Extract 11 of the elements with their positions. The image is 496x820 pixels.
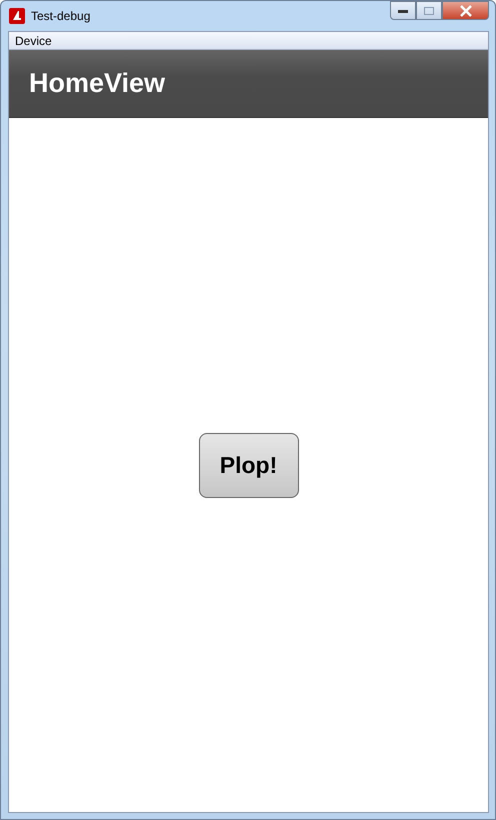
app-icon	[9, 8, 25, 24]
close-icon	[458, 4, 472, 16]
window-title: Test-debug	[31, 8, 90, 25]
maximize-button[interactable]	[416, 1, 442, 20]
header-title: HomeView	[29, 67, 166, 100]
minimize-button[interactable]	[390, 1, 416, 20]
close-button[interactable]	[442, 1, 489, 20]
minimize-icon	[397, 8, 409, 14]
menu-item[interactable]: Device	[15, 32, 52, 50]
plop-button[interactable]: Plop!	[198, 432, 298, 498]
maximize-icon	[423, 6, 435, 16]
